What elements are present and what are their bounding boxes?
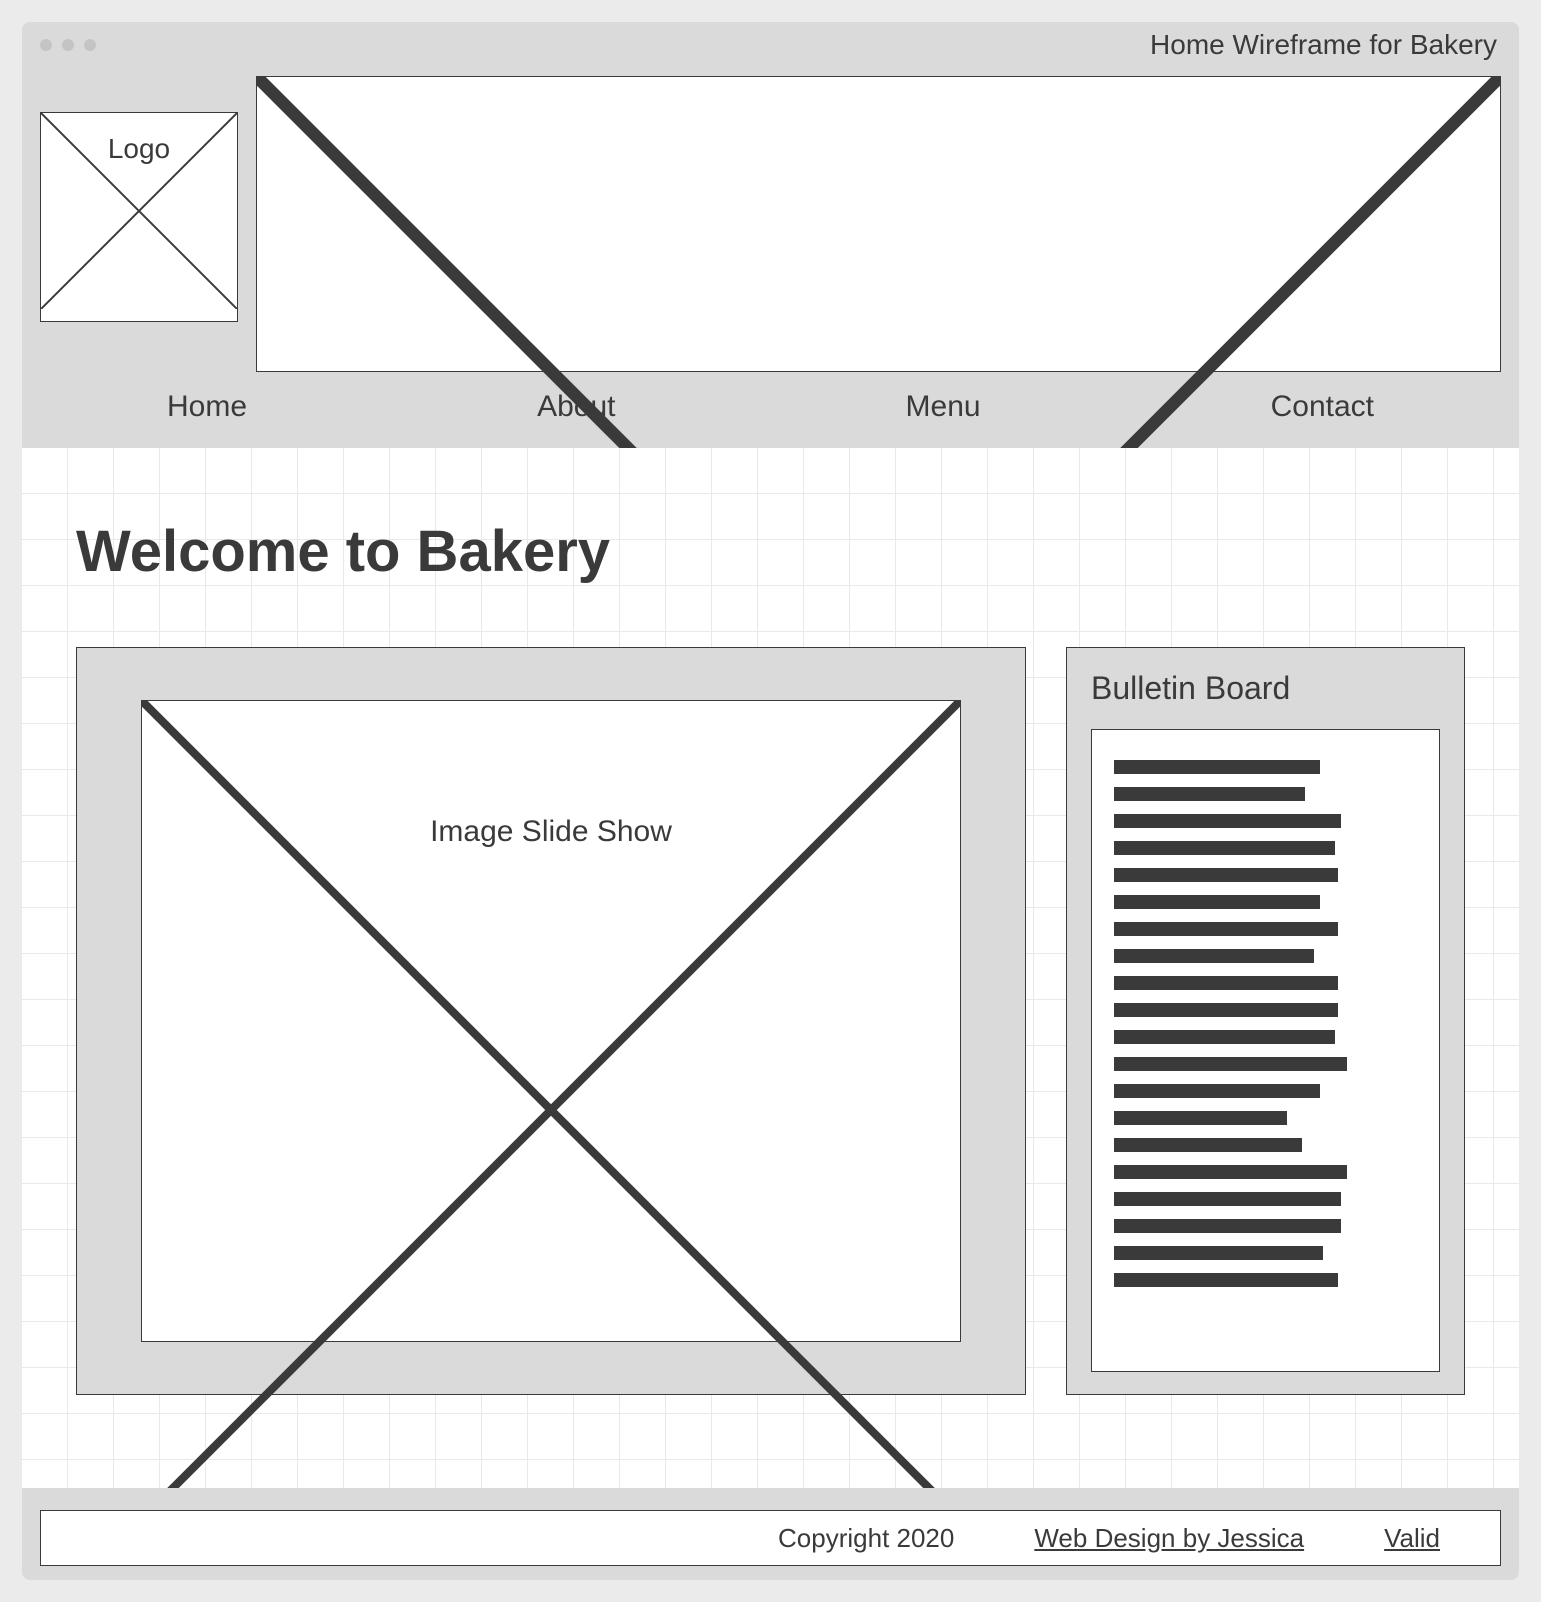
browser-window: Home Wireframe for Bakery Logo Home Abou… [22, 22, 1519, 1580]
bulletin-text-line [1114, 976, 1338, 990]
footer-valid-link[interactable]: Valid [1384, 1523, 1440, 1554]
slideshow-placeholder: Image Slide Show [141, 700, 961, 1342]
window-dot-icon[interactable] [62, 39, 74, 51]
header: Logo [22, 68, 1519, 372]
window-controls [40, 39, 96, 51]
bulletin-text-line [1114, 1111, 1287, 1125]
bulletin-text-line [1114, 1273, 1338, 1287]
footer-copyright: Copyright 2020 [778, 1523, 954, 1554]
content-columns: Image Slide Show Bulletin Board [76, 647, 1465, 1395]
slideshow-panel: Image Slide Show [76, 647, 1026, 1395]
bulletin-text-line [1114, 868, 1338, 882]
logo-placeholder: Logo [40, 112, 238, 322]
bulletin-text-line [1114, 1219, 1341, 1233]
slideshow-label: Image Slide Show [142, 815, 960, 849]
bulletin-text-line [1114, 895, 1320, 909]
bulletin-text-line [1114, 1084, 1320, 1098]
titlebar: Home Wireframe for Bakery [22, 22, 1519, 68]
banner-placeholder [256, 76, 1501, 372]
logo-label: Logo [41, 133, 237, 165]
footer-design-link[interactable]: Web Design by Jessica [1034, 1523, 1304, 1554]
window-title: Home Wireframe for Bakery [1150, 29, 1497, 61]
bulletin-body [1091, 729, 1440, 1372]
nav-home[interactable]: Home [167, 390, 247, 424]
bulletin-title: Bulletin Board [1091, 670, 1440, 707]
bulletin-text-line [1114, 787, 1305, 801]
page-content: Welcome to Bakery Image Slide Show Bulle… [22, 448, 1519, 1488]
bulletin-text-line [1114, 1003, 1338, 1017]
bulletin-text-line [1114, 1192, 1341, 1206]
bulletin-text-line [1114, 949, 1314, 963]
bulletin-panel: Bulletin Board [1066, 647, 1465, 1395]
bulletin-text-line [1114, 1030, 1335, 1044]
bulletin-text-line [1114, 1138, 1302, 1152]
bulletin-text-line [1114, 1165, 1347, 1179]
window-dot-icon[interactable] [84, 39, 96, 51]
bulletin-text-line [1114, 814, 1341, 828]
window-dot-icon[interactable] [40, 39, 52, 51]
bulletin-text-line [1114, 1057, 1347, 1071]
bulletin-text-line [1114, 1246, 1323, 1260]
footer: Copyright 2020 Web Design by Jessica Val… [40, 1510, 1501, 1566]
bulletin-text-line [1114, 760, 1320, 774]
page-heading: Welcome to Bakery [76, 518, 1465, 585]
bulletin-text-line [1114, 922, 1338, 936]
bulletin-text-line [1114, 841, 1335, 855]
